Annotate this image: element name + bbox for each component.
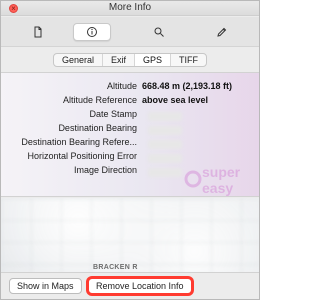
metadata-label: Altitude — [106, 81, 137, 91]
search-icon — [154, 27, 164, 37]
metadata-subtabs: General Exif GPS TIFF — [1, 49, 259, 71]
redacted-value — [148, 154, 182, 163]
tab-search[interactable] — [140, 23, 178, 41]
metadata-row-destination-bearing: Destination Bearing — [1, 121, 259, 135]
metadata-label: Destination Bearing — [58, 123, 137, 133]
metadata-row-altitude-reference: Altitude Reference above sea level — [1, 93, 259, 107]
pencil-icon — [217, 27, 227, 37]
toolbar — [1, 17, 259, 47]
title-bar: × More Info — [1, 1, 259, 16]
watermark-logo: super easy — [184, 164, 241, 196]
metadata-value: above sea level — [142, 95, 209, 105]
redacted-value — [148, 112, 182, 121]
info-icon — [87, 27, 97, 37]
subtab-tiff[interactable]: TIFF — [171, 54, 206, 66]
subtab-general[interactable]: General — [54, 54, 103, 66]
location-map[interactable]: BRACKEN R — [1, 198, 259, 274]
subtab-exif[interactable]: Exif — [103, 54, 136, 66]
metadata-row-date-stamp: Date Stamp — [1, 107, 259, 121]
redacted-value — [148, 168, 182, 177]
tab-general-document[interactable] — [19, 23, 57, 41]
document-icon — [34, 26, 42, 38]
window-title: More Info — [108, 2, 152, 13]
remove-location-info-button[interactable]: Remove Location Info — [88, 278, 192, 294]
metadata-row-altitude: Altitude 668.48 m (2,193.18 ft) — [1, 79, 259, 93]
svg-text:super: super — [202, 164, 241, 180]
map-road-label: BRACKEN R — [93, 264, 138, 271]
map-streets — [1, 198, 259, 274]
metadata-row-destination-bearing-ref: Destination Bearing Refere... — [1, 135, 259, 149]
more-info-window: × More Info General Exif GPS TIFF Altitu… — [0, 0, 260, 300]
redacted-value — [148, 126, 182, 135]
metadata-label: Horizontal Positioning Error — [27, 151, 137, 161]
bottom-action-bar: Show in Maps Remove Location Info — [1, 272, 259, 299]
segmented-control: General Exif GPS TIFF — [52, 53, 208, 67]
tab-edit[interactable] — [203, 23, 241, 41]
metadata-label: Date Stamp — [89, 109, 137, 119]
metadata-label: Image Direction — [73, 165, 137, 175]
subtab-gps[interactable]: GPS — [135, 54, 172, 66]
svg-text:easy: easy — [202, 180, 233, 196]
gps-metadata-panel: Altitude 668.48 m (2,193.18 ft) Altitude… — [1, 72, 259, 197]
tab-info[interactable] — [73, 23, 111, 41]
metadata-label: Altitude Reference — [62, 95, 137, 105]
show-in-maps-button[interactable]: Show in Maps — [9, 278, 82, 294]
metadata-label: Destination Bearing Refere... — [21, 137, 137, 147]
metadata-value: 668.48 m (2,193.18 ft) — [142, 81, 233, 91]
redacted-value — [148, 140, 182, 149]
